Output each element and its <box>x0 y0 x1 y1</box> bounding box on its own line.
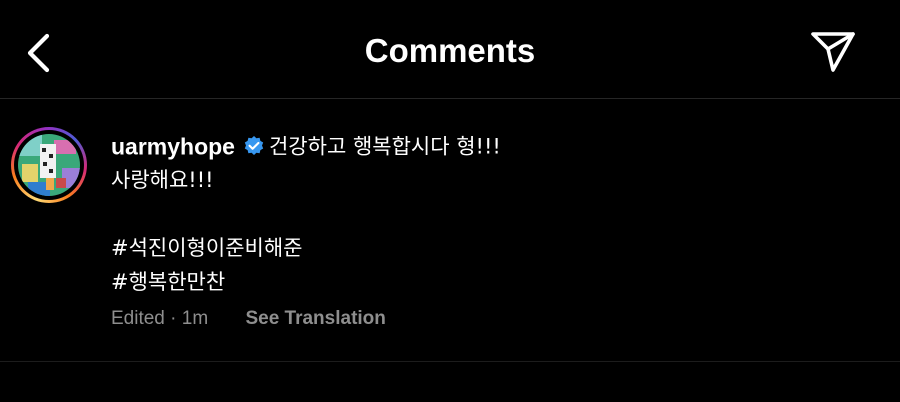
comment-body: uarmyhope 건강하고 행복합시다 형!!! 사랑해요!!! #석진이형이… <box>111 129 871 299</box>
page-title: Comments <box>364 32 536 69</box>
comment-text-line-1: 건강하고 행복합시다 형!!! <box>268 134 501 159</box>
comment-timestamp: 1m <box>181 308 209 329</box>
paper-plane-icon <box>811 32 855 72</box>
share-button[interactable] <box>806 28 860 76</box>
comment-item: uarmyhope 건강하고 행복합시다 형!!! 사랑해요!!! #석진이형이… <box>0 99 900 362</box>
meta-separator: · <box>170 308 177 329</box>
hashtag-link[interactable]: #행복한만찬 <box>111 265 871 299</box>
header-bar: Comments <box>0 0 900 99</box>
avatar-image <box>18 134 80 196</box>
hashtag-link[interactable]: #석진이형이준비해준 <box>111 231 871 265</box>
edited-label: Edited <box>111 308 165 329</box>
comment-meta: Edited · 1m See Translation <box>111 305 386 333</box>
avatar[interactable] <box>11 127 87 203</box>
comment-username[interactable]: uarmyhope <box>111 134 235 160</box>
comment-text-line-2: 사랑해요!!! <box>111 168 214 192</box>
see-translation-button[interactable]: See Translation <box>245 308 385 329</box>
verified-badge-icon <box>244 135 264 155</box>
